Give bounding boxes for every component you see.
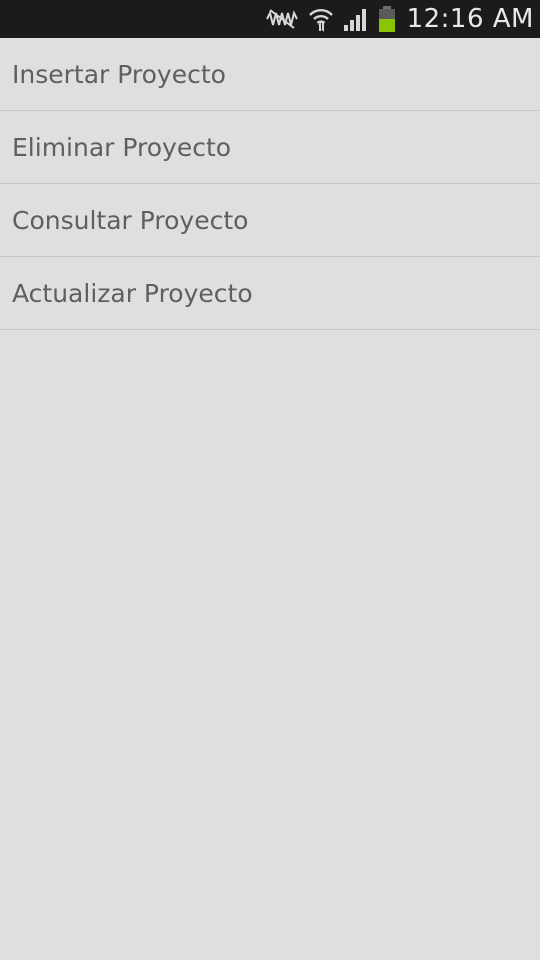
- menu-item-label: Actualizar Proyecto: [12, 278, 253, 308]
- status-icons: 12:16 AM: [265, 0, 534, 38]
- signal-icon: [343, 6, 369, 32]
- menu-item-label: Consultar Proyecto: [12, 205, 249, 235]
- menu-item-eliminar-proyecto[interactable]: Eliminar Proyecto: [0, 111, 540, 184]
- menu-item-label: Eliminar Proyecto: [12, 132, 232, 162]
- battery-icon: [377, 5, 397, 33]
- menu-item-label: Insertar Proyecto: [12, 59, 226, 89]
- no-sound-icon: [265, 7, 299, 31]
- menu-item-actualizar-proyecto[interactable]: Actualizar Proyecto: [0, 257, 540, 330]
- status-clock: 12:16 AM: [406, 4, 534, 34]
- menu-item-consultar-proyecto[interactable]: Consultar Proyecto: [0, 184, 540, 257]
- status-bar: 12:16 AM: [0, 0, 540, 38]
- wifi-icon: [307, 5, 335, 33]
- menu-item-insertar-proyecto[interactable]: Insertar Proyecto: [0, 38, 540, 111]
- project-menu-list: Insertar Proyecto Eliminar Proyecto Cons…: [0, 38, 540, 330]
